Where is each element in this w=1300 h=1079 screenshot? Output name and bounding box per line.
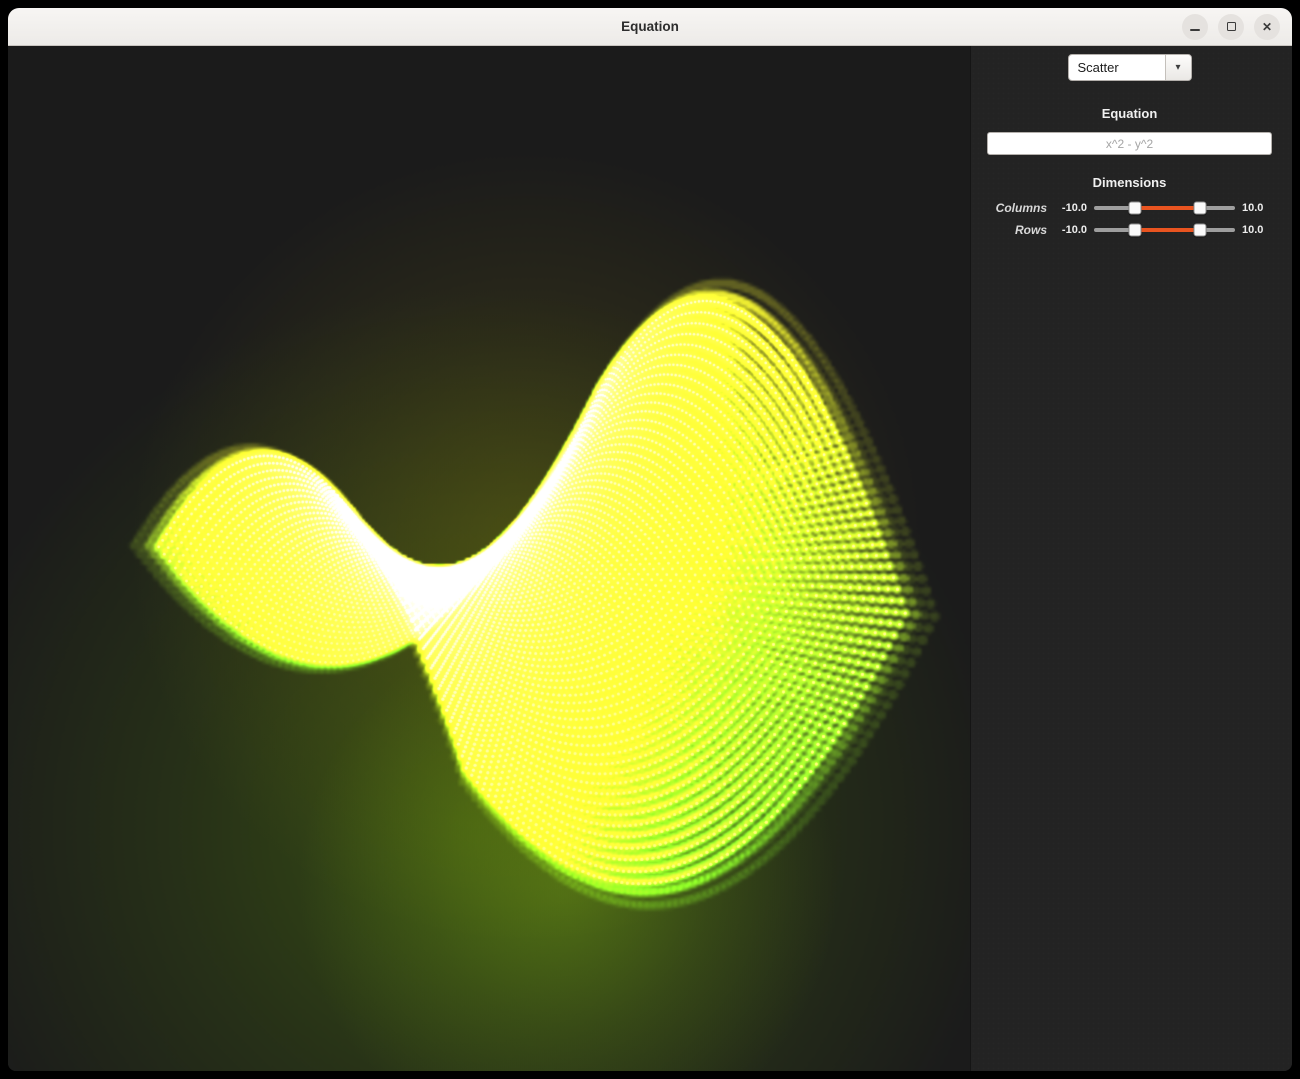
close-button[interactable]: ✕ [1254,14,1280,40]
minimize-button[interactable] [1182,14,1208,40]
columns-label: Columns [987,201,1047,215]
columns-min-value: -10.0 [1054,202,1087,214]
rows-min-value: -10.0 [1054,224,1087,236]
window-title: Equation [621,19,679,34]
range-fill [1135,206,1201,210]
maximize-button[interactable] [1218,14,1244,40]
plot-type-value: Scatter [1069,55,1165,80]
minimize-icon [1190,29,1200,31]
plot-canvas[interactable] [8,46,970,1071]
range-handle-high[interactable] [1194,201,1207,214]
rows-range-slider[interactable] [1094,222,1235,237]
rows-max-value: 10.0 [1242,224,1272,236]
rows-dimension-row: Rows -10.0 10.0 [987,222,1272,237]
range-handle-high[interactable] [1194,223,1207,236]
controls-panel: Scatter ▾ Equation Dimensions Columns -1… [970,46,1292,1071]
maximize-icon [1227,22,1236,31]
equation-heading: Equation [987,106,1272,121]
range-fill [1135,228,1201,232]
chevron-down-icon: ▾ [1175,62,1180,73]
range-handle-low[interactable] [1128,223,1141,236]
window-content: Scatter ▾ Equation Dimensions Columns -1… [8,46,1292,1071]
plot-type-dropdown[interactable]: Scatter ▾ [1068,54,1192,81]
window-controls: ✕ [1182,14,1280,40]
plot-viewport [8,46,970,1071]
equation-input[interactable] [987,132,1272,155]
columns-dimension-row: Columns -10.0 10.0 [987,200,1272,215]
columns-max-value: 10.0 [1242,202,1272,214]
close-icon: ✕ [1262,21,1272,33]
app-window: Equation ✕ Scatter ▾ Equation [8,8,1292,1071]
dimension-sliders: Columns -10.0 10.0 Rows -10.0 [987,200,1272,237]
dimensions-heading: Dimensions [987,175,1272,190]
range-handle-low[interactable] [1128,201,1141,214]
rows-label: Rows [987,223,1047,237]
columns-range-slider[interactable] [1094,200,1235,215]
titlebar[interactable]: Equation ✕ [8,8,1292,46]
dropdown-arrow-button[interactable]: ▾ [1165,55,1191,80]
